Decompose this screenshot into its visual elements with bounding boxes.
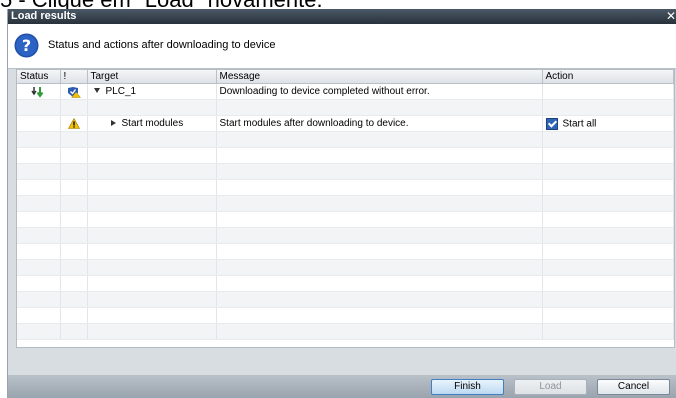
expand-arrow-icon[interactable] — [93, 88, 100, 94]
action-cell — [542, 83, 674, 100]
col-message-header[interactable]: Message — [216, 70, 543, 84]
table-row — [17, 99, 674, 116]
check-warning-icon — [67, 86, 81, 98]
start-all-label: Start all — [562, 118, 597, 130]
results-table: Status ! Target Message Action PLC_1 Dow… — [16, 69, 675, 348]
message-cell: Start modules after downloading to devic… — [216, 115, 543, 132]
table-header-row: Status ! Target Message Action — [17, 70, 674, 84]
svg-text:?: ? — [22, 36, 31, 55]
message-cell: Downloading to device completed without … — [216, 83, 543, 100]
table-row[interactable]: Start modules Start modules after downlo… — [17, 115, 674, 132]
status-cell — [17, 83, 61, 100]
close-icon[interactable]: ✕ — [666, 9, 676, 24]
action-cell[interactable]: Start all — [542, 115, 674, 132]
warning-icon — [67, 117, 80, 129]
target-cell[interactable]: PLC_1 — [87, 83, 217, 100]
header-text: Status and actions after downloading to … — [48, 39, 276, 51]
col-action-header[interactable]: Action — [542, 70, 674, 84]
target-label: Start modules — [121, 118, 184, 129]
col-status-header[interactable]: Status — [17, 70, 61, 84]
status-cell — [17, 115, 61, 132]
dialog-titlebar[interactable]: Load results ✕ — [8, 9, 676, 24]
dialog-title: Load results — [11, 10, 77, 22]
collapse-arrow-icon[interactable] — [110, 119, 116, 126]
load-results-dialog: Load results ✕ ? Status and actions afte… — [7, 9, 676, 398]
load-button[interactable]: Load — [514, 379, 587, 395]
alert-cell — [60, 83, 88, 100]
col-alert-header[interactable]: ! — [60, 70, 88, 84]
dialog-footer: Finish Load Cancel — [8, 375, 676, 398]
target-label: PLC_1 — [105, 86, 137, 97]
col-target-header[interactable]: Target — [87, 70, 217, 84]
target-cell[interactable]: Start modules — [87, 115, 217, 132]
dialog-header: ? Status and actions after downloading t… — [8, 24, 676, 69]
cancel-button[interactable]: Cancel — [597, 379, 670, 395]
start-all-checkbox[interactable] — [545, 117, 558, 130]
download-arrow-icon — [31, 86, 44, 98]
table-row[interactable]: PLC_1 Downloading to device completed wi… — [17, 83, 674, 100]
alert-cell — [60, 115, 88, 132]
question-icon: ? — [14, 33, 39, 58]
finish-button[interactable]: Finish — [431, 379, 504, 395]
